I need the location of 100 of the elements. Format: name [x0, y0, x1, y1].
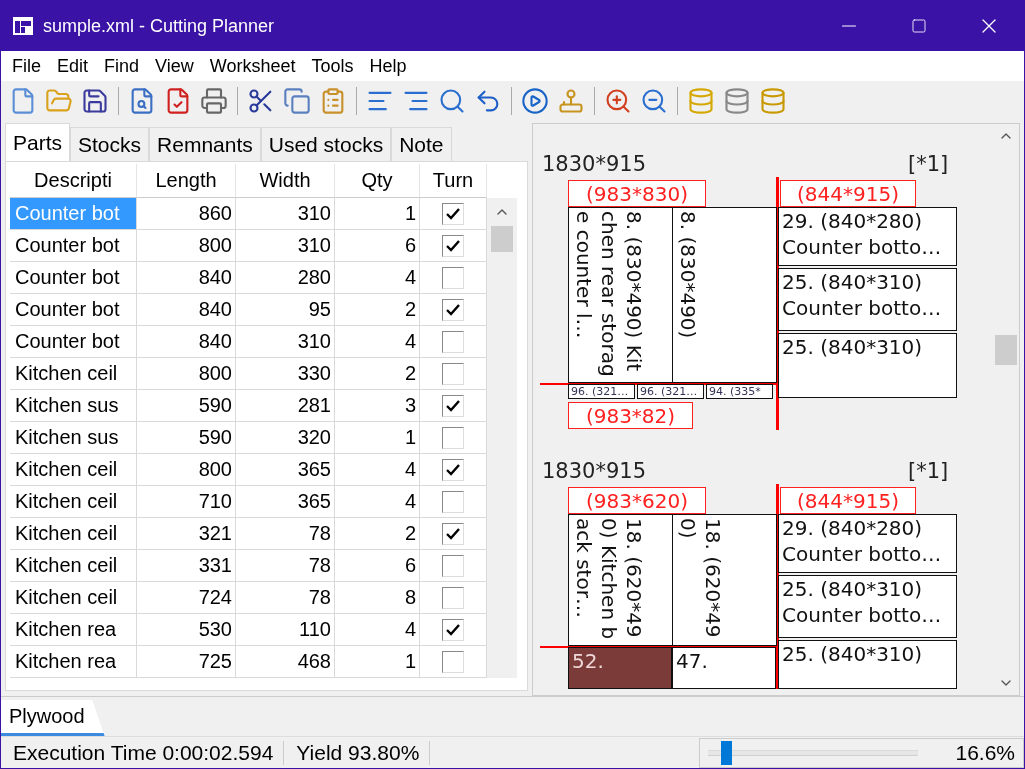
checkbox[interactable]	[442, 330, 464, 353]
checkbox[interactable]	[442, 266, 464, 289]
checkmark-icon	[446, 239, 460, 252]
table-cell: 2	[335, 518, 420, 550]
maximize-icon[interactable]	[911, 18, 927, 34]
checkmark-icon	[446, 207, 460, 220]
table-cell: 78	[236, 550, 335, 582]
checkbox[interactable]	[442, 458, 464, 481]
menu-item[interactable]: Tools	[303, 55, 362, 77]
scrollbar[interactable]	[487, 198, 517, 678]
execution-time: Execution Time 0:00:02.594	[1, 740, 285, 765]
part-piece: 18. (620*490) Kitchen back stor…	[568, 514, 673, 646]
table-cell: 110	[236, 614, 335, 646]
table-cell: 590	[137, 422, 236, 454]
remnant-label: (983*620)	[568, 487, 706, 514]
column-header[interactable]: Turn	[420, 164, 487, 198]
checkbox[interactable]	[442, 298, 464, 321]
window-title: sumple.xml - Cutting Planner	[43, 15, 276, 37]
table-cell: Counter bot	[10, 198, 137, 230]
sheet-tab[interactable]: Plywood	[1, 700, 105, 736]
part-piece: 25. (840*310)	[778, 640, 957, 689]
table-cell: 800	[137, 454, 236, 486]
remnant-label: (844*915)	[780, 180, 916, 207]
checkbox[interactable]	[442, 554, 464, 577]
part-piece: 25. (840*310) Counter botto…	[778, 575, 957, 638]
printer-icon[interactable]	[198, 85, 230, 117]
checkbox[interactable]	[442, 650, 464, 673]
table-cell: 4	[335, 262, 420, 294]
checkbox[interactable]	[442, 426, 464, 449]
tab[interactable]: Parts	[5, 123, 70, 161]
part-piece: 25. (840*310) Counter botto…	[778, 268, 957, 331]
table-cell: Kitchen ceil	[10, 550, 137, 582]
table-cell: Kitchen rea	[10, 614, 137, 646]
checkbox[interactable]	[442, 490, 464, 513]
checkbox[interactable]	[442, 586, 464, 609]
table-cell: 1	[335, 422, 420, 454]
zoom-reading: 16.6%	[955, 740, 1015, 765]
sheet-count: [*1]	[908, 152, 949, 176]
table-cell: 2	[335, 294, 420, 326]
checkmark-icon	[446, 303, 460, 316]
part-piece: 52.	[568, 647, 672, 689]
table-cell: Counter bot	[10, 262, 137, 294]
table-cell: 724	[137, 582, 236, 614]
tab[interactable]: Note	[391, 127, 452, 161]
tab[interactable]: Remnants	[149, 127, 261, 161]
table-cell: 310	[236, 198, 335, 230]
table-cell: 4	[335, 326, 420, 358]
table-cell: 840	[137, 294, 236, 326]
checkbox[interactable]	[442, 362, 464, 385]
part-piece: 29. (840*280) Counter botto…	[778, 207, 957, 266]
menu-item[interactable]: View	[147, 55, 202, 77]
menu-item[interactable]: Help	[361, 55, 415, 77]
app-icon	[13, 17, 33, 35]
table-cell: 280	[236, 262, 335, 294]
checkbox[interactable]	[442, 234, 464, 257]
table-cell: 4	[335, 614, 420, 646]
table-cell: Counter bot	[10, 230, 137, 262]
table-cell: 281	[236, 390, 335, 422]
checkbox[interactable]	[442, 394, 464, 417]
scroll-thumb[interactable]	[994, 334, 1017, 365]
table-cell: Kitchen rea	[10, 646, 137, 678]
table-cell: 365	[236, 454, 335, 486]
tab[interactable]: Used stocks	[260, 127, 392, 161]
checkmark-icon	[446, 527, 460, 540]
table-cell: Kitchen ceil	[10, 358, 137, 390]
table-cell: 6	[335, 230, 420, 262]
checkbox[interactable]	[442, 618, 464, 641]
part-piece: 47.	[672, 647, 776, 689]
table-cell: 3	[335, 390, 420, 422]
menu-item[interactable]: File	[4, 55, 49, 77]
sheet-size: 1830*915	[542, 152, 647, 176]
table-cell: 78	[236, 582, 335, 614]
menu-item[interactable]: Find	[96, 55, 148, 77]
table-cell: 590	[137, 390, 236, 422]
part-piece: 29. (840*280) Counter botto…	[778, 514, 957, 573]
sheet-size: 1830*915	[542, 459, 647, 483]
play-icon[interactable]	[519, 85, 551, 117]
table-cell: Kitchen sus	[10, 390, 137, 422]
slider-thumb[interactable]	[720, 740, 732, 765]
table-cell: Counter bot	[10, 294, 137, 326]
copy-icon[interactable]	[281, 85, 313, 117]
table-cell: 330	[236, 358, 335, 390]
menu-item[interactable]: Edit	[49, 55, 97, 77]
part-piece: 18. (620*490)	[672, 514, 777, 646]
sheet-count: [*1]	[908, 459, 949, 483]
table-cell: 95	[236, 294, 335, 326]
table-cell: 1	[335, 198, 420, 230]
table-cell: 4	[335, 486, 420, 518]
menu-item[interactable]: Worksheet	[201, 55, 304, 77]
checkbox[interactable]	[442, 202, 464, 225]
scroll-thumb[interactable]	[491, 226, 513, 252]
remnant-label: (983*82)	[568, 402, 693, 429]
table-cell: 8	[335, 582, 420, 614]
table-cell: 710	[137, 486, 236, 518]
checkbox[interactable]	[442, 522, 464, 545]
tab[interactable]: Stocks	[70, 127, 150, 161]
table-cell: 800	[137, 230, 236, 262]
table-cell: 310	[236, 230, 335, 262]
table-cell: Kitchen ceil	[10, 486, 137, 518]
part-piece: 96. (321…	[637, 384, 704, 399]
